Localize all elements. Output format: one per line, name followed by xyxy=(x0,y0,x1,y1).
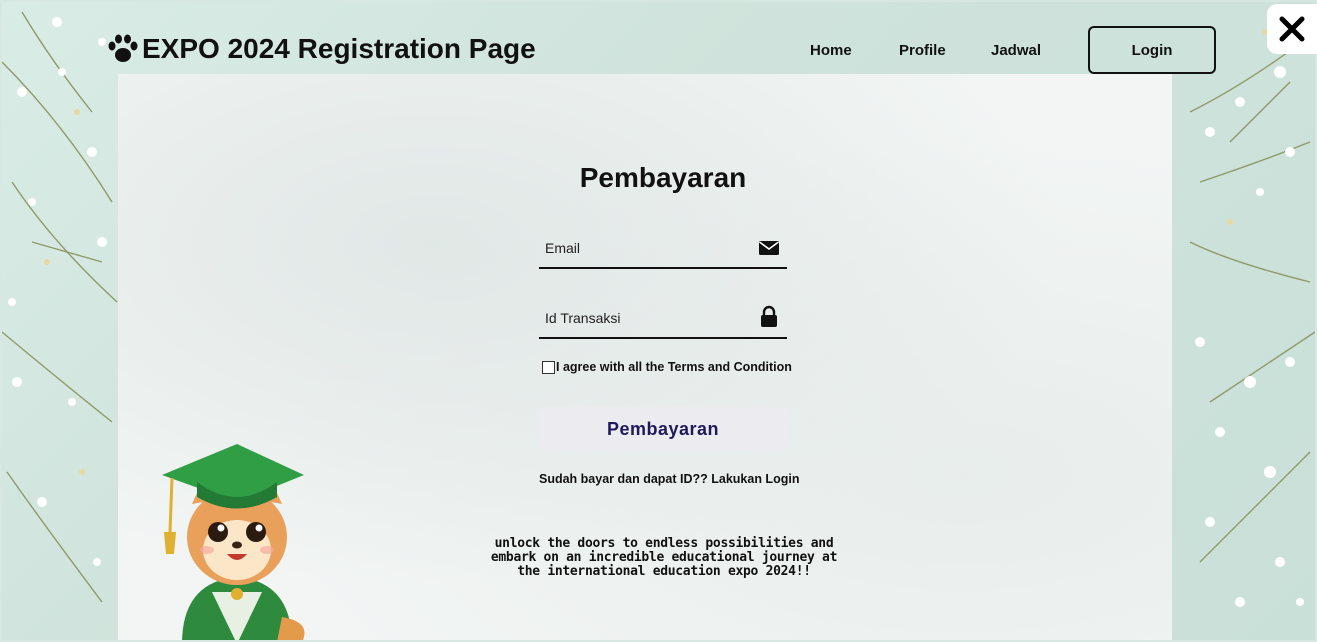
login-prompt-link[interactable]: Sudah bayar dan dapat ID?? Lakukan Login xyxy=(539,472,799,486)
email-field-wrapper xyxy=(539,229,787,269)
nav-home-link[interactable]: Home xyxy=(810,42,852,59)
terms-agreement: I agree with all the Terms and Condition xyxy=(542,360,792,374)
tagline-line-1: unlock the doors to endless possibilitie… xyxy=(494,536,834,551)
form-title: Pembayaran xyxy=(579,162,747,193)
close-icon xyxy=(1279,16,1305,42)
terms-checkbox[interactable] xyxy=(542,360,555,374)
login-button-label: Login xyxy=(1131,41,1173,59)
page-title: EXPO 2024 Registration Page xyxy=(142,33,536,64)
mascot-graduate-illustration xyxy=(162,444,305,640)
close-button[interactable] xyxy=(1267,4,1317,54)
pembayaran-submit-button[interactable]: Pembayaran xyxy=(539,407,787,451)
login-button[interactable]: Login xyxy=(1088,26,1216,74)
envelope-icon xyxy=(759,241,779,255)
submit-button-label: Pembayaran xyxy=(606,418,720,439)
transaction-id-field-wrapper xyxy=(539,299,787,339)
flower-branches-right xyxy=(1189,29,1315,607)
flower-branches-left xyxy=(2,11,118,603)
tagline-line-2: embark on an incredible educational jour… xyxy=(490,550,838,565)
lock-icon xyxy=(761,305,777,327)
tagline: unlock the doors to endless possibilitie… xyxy=(454,537,874,579)
brand: EXPO 2024 Registration Page xyxy=(106,32,536,66)
nav-jadwal-link[interactable]: Jadwal xyxy=(991,42,1041,59)
email-input[interactable] xyxy=(539,229,757,267)
transaction-id-input[interactable] xyxy=(539,299,757,337)
terms-label: I agree with all the Terms and Condition xyxy=(556,360,792,374)
paw-icon xyxy=(108,34,138,62)
page-background: EXPO 2024 Registration Page Home Profile… xyxy=(2,2,1315,640)
nav-profile-link[interactable]: Profile xyxy=(899,42,946,59)
tagline-line-3: the international education expo 2024!! xyxy=(517,564,811,579)
